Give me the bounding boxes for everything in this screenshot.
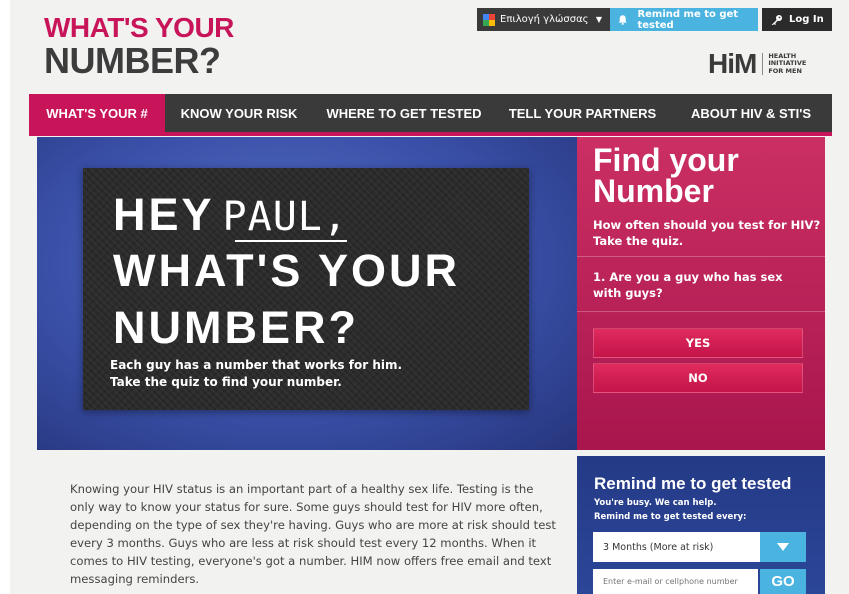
- hero-user-name: PAUL,: [222, 194, 348, 240]
- logo-line-1: WHAT'S YOUR: [44, 12, 234, 43]
- him-logo[interactable]: HiM HEALTH INITIATIVE FOR MEN: [708, 50, 806, 78]
- intro-paragraph: Knowing your HIV status is an important …: [70, 482, 556, 586]
- nav-item-where-to-get-tested[interactable]: WHERE TO GET TESTED: [313, 94, 495, 132]
- language-selector[interactable]: Επιλογή γλώσσας ▼: [477, 8, 610, 31]
- hero-subtext-line1: Each guy has a number that works for him…: [110, 358, 403, 372]
- google-translate-icon: [483, 13, 495, 26]
- quiz-subtitle-line2: Take the quiz.: [593, 234, 684, 248]
- remind-panel-title: Remind me to get tested: [594, 474, 792, 493]
- remind-me-label: Remind me to get tested: [637, 8, 739, 31]
- him-logo-text: HEALTH INITIATIVE FOR MEN: [768, 52, 806, 76]
- quiz-subtitle-line1: How often should you test for HIV?: [593, 218, 821, 232]
- yes-button[interactable]: YES: [593, 328, 803, 358]
- remind-panel: Remind me to get tested You're busy. We …: [577, 456, 825, 594]
- frequency-select-value: 3 Months (More at risk): [603, 541, 714, 553]
- hero-greeting: HEY PAUL,: [113, 192, 348, 237]
- quiz-panel: Find your Number How often should you te…: [577, 137, 825, 450]
- him-logo-mark: HiM: [708, 48, 757, 79]
- main-nav: WHAT'S YOUR # KNOW YOUR RISK WHERE TO GE…: [29, 94, 832, 132]
- quiz-title: Find your Number: [593, 142, 739, 209]
- quiz-divider: [577, 311, 825, 312]
- site-logo[interactable]: WHAT'S YOUR NUMBER?: [44, 14, 234, 79]
- login-button[interactable]: Log In: [762, 8, 832, 31]
- contact-input[interactable]: [593, 569, 758, 594]
- hero-headline-line2: WHAT'S YOUR: [113, 245, 461, 296]
- go-button[interactable]: GO: [760, 569, 806, 594]
- quiz-question: 1. Are you a guy who has sex with guys?: [593, 270, 783, 300]
- remind-frequency-label: Remind me to get tested every:: [594, 512, 747, 522]
- hero-subtext-line2: Take the quiz to find your number.: [110, 375, 342, 389]
- nav-item-about-hiv-stis[interactable]: ABOUT HIV & STI'S: [670, 94, 832, 132]
- him-logo-divider: [762, 53, 764, 75]
- language-selector-label: Επιλογή γλώσσας: [500, 14, 589, 25]
- nav-item-know-your-risk[interactable]: KNOW YOUR RISK: [165, 94, 313, 132]
- remind-panel-subtitle: You're busy. We can help.: [594, 498, 717, 508]
- frequency-select[interactable]: 3 Months (More at risk): [593, 532, 806, 562]
- him-logo-text-line3: FOR MEN: [768, 66, 802, 75]
- logo-line-2: NUMBER?: [44, 40, 221, 81]
- hero-headline-line3: NUMBER?: [113, 302, 359, 353]
- bell-icon: [618, 14, 627, 25]
- no-button[interactable]: NO: [593, 363, 803, 393]
- quiz-title-line1: Find your: [593, 142, 739, 178]
- hero-name-underline: [235, 240, 347, 242]
- quiz-title-line2: Number: [593, 173, 714, 209]
- nav-item-tell-your-partners[interactable]: TELL YOUR PARTNERS: [495, 94, 670, 132]
- key-icon: [771, 14, 782, 25]
- nav-underline: [29, 132, 832, 136]
- quiz-divider: [577, 256, 825, 257]
- remind-me-button[interactable]: Remind me to get tested: [610, 8, 758, 31]
- hero-subtext: Each guy has a number that works for him…: [110, 357, 402, 391]
- login-label: Log In: [789, 14, 824, 25]
- chevron-down-icon[interactable]: [760, 532, 806, 562]
- chevron-down-icon: ▼: [595, 15, 602, 24]
- hero-chalkboard: HEY PAUL, WHAT'S YOUR NUMBER? Each guy ha…: [83, 168, 529, 410]
- hero-greeting-word: HEY: [113, 189, 215, 240]
- nav-item-whats-your-number[interactable]: WHAT'S YOUR #: [29, 94, 165, 132]
- quiz-subtitle: How often should you test for HIV? Take …: [593, 217, 820, 249]
